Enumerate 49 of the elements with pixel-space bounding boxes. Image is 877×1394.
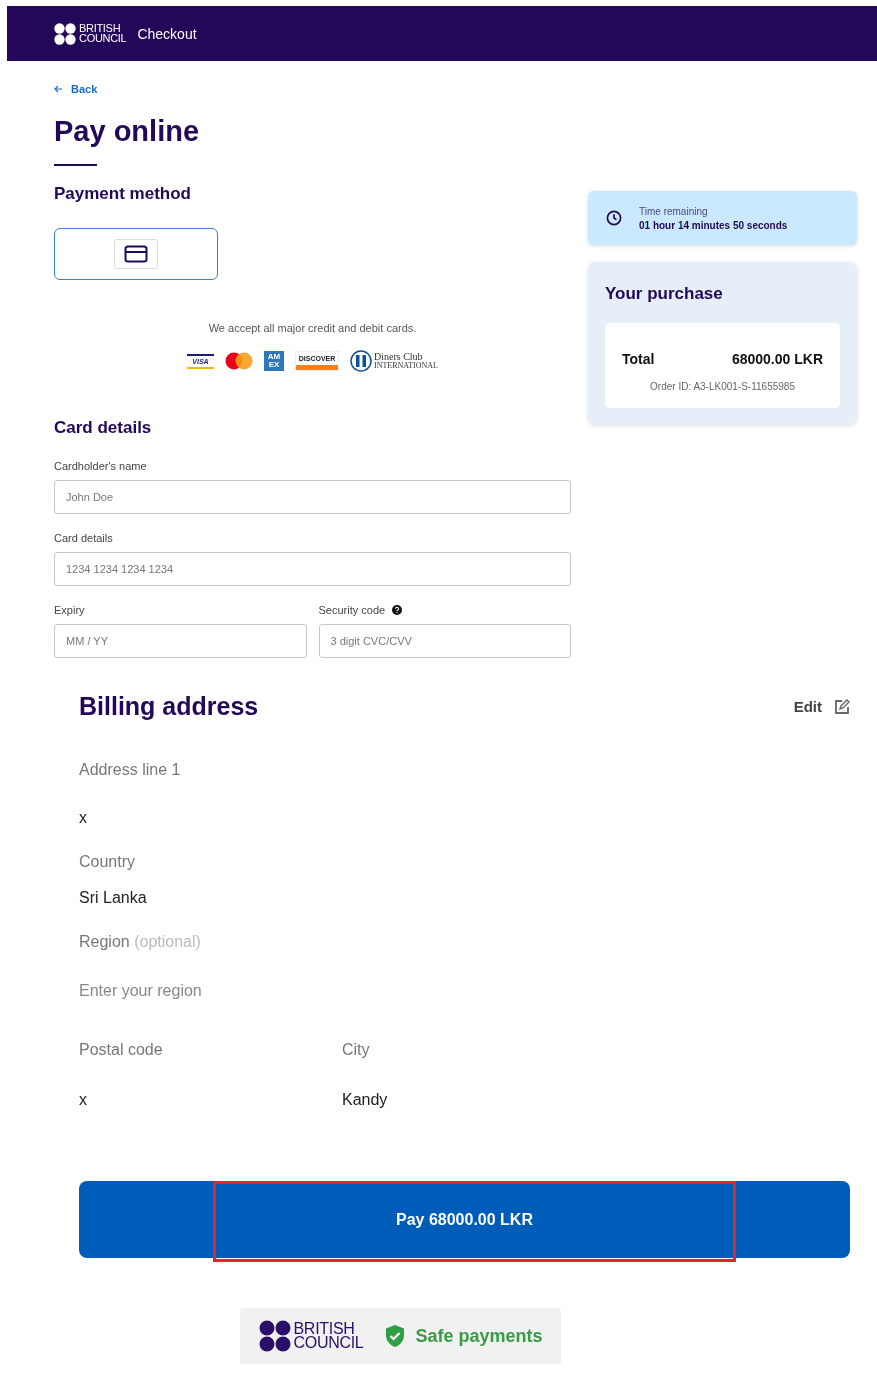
- field-label: Expiry: [54, 604, 85, 616]
- accepted-cards-text: We accept all major credit and debit cards.: [207, 322, 418, 334]
- field-label: Security code: [318, 604, 386, 616]
- mastercard-logo: [225, 352, 253, 370]
- credit-card-icon: [124, 245, 148, 263]
- timer-value: 01 hour 14 minutes 50 seconds: [639, 219, 788, 231]
- logo-text: BRITISH: [293, 1321, 355, 1336]
- input-field[interactable]: 3 digit CVC/CVV: [318, 624, 571, 658]
- field-label: Postal code: [79, 1041, 164, 1060]
- field-value: Kandy: [342, 1091, 389, 1109]
- field-label: Region (optional): [79, 933, 202, 952]
- back-link[interactable]: Back: [54, 83, 98, 95]
- section-heading: Payment method: [54, 184, 192, 204]
- total-label: Total: [622, 351, 655, 367]
- order-id: Order ID: A3-LK001-S-11655985: [649, 381, 796, 392]
- payment-method-option[interactable]: [54, 228, 218, 280]
- diners-club-logo: Diners Club INTERNATIONAL: [350, 350, 438, 372]
- clock-icon: [606, 210, 622, 226]
- help-icon[interactable]: [392, 605, 403, 615]
- input-field[interactable]: John Doe: [54, 480, 571, 514]
- pay-button[interactable]: Pay 68000.00 LKR: [79, 1181, 850, 1258]
- field-value: Sri Lanka: [79, 889, 148, 907]
- logo-text: COUNCIL: [293, 1336, 364, 1351]
- input-field[interactable]: MM / YY: [54, 624, 307, 658]
- amex-logo: AM EX: [264, 351, 284, 371]
- field-label: Card details: [54, 532, 113, 544]
- logo-text: COUNCIL: [79, 33, 127, 44]
- section-heading: Billing address: [79, 692, 259, 721]
- field-label: Address line 1: [79, 761, 182, 780]
- input-field[interactable]: 1234 1234 1234 1234: [54, 552, 571, 586]
- arrow-left-icon: [54, 85, 63, 93]
- header-title: Checkout: [137, 25, 197, 42]
- logo-dots-icon: [54, 22, 76, 45]
- shield-check-icon: [385, 1324, 406, 1348]
- timer-label: Time remaining: [639, 205, 709, 217]
- logo-dots-icon: [258, 1320, 291, 1352]
- page-title: Pay online: [54, 115, 201, 148]
- field-label: Country: [79, 853, 137, 872]
- field-value: x: [79, 809, 88, 827]
- edit-link[interactable]: Edit: [793, 698, 850, 715]
- section-heading: Card details: [54, 418, 153, 438]
- edit-icon: [834, 698, 850, 715]
- total-amount: 68000.00 LKR: [731, 351, 823, 367]
- field-value: x: [79, 1091, 88, 1109]
- panel-heading: Your purchase: [605, 284, 724, 304]
- logo-text: BRITISH: [79, 23, 122, 34]
- field-label: City: [342, 1041, 371, 1060]
- field-label: Cardholder's name: [54, 460, 147, 472]
- safe-payments-text: Safe payments: [415, 1325, 543, 1347]
